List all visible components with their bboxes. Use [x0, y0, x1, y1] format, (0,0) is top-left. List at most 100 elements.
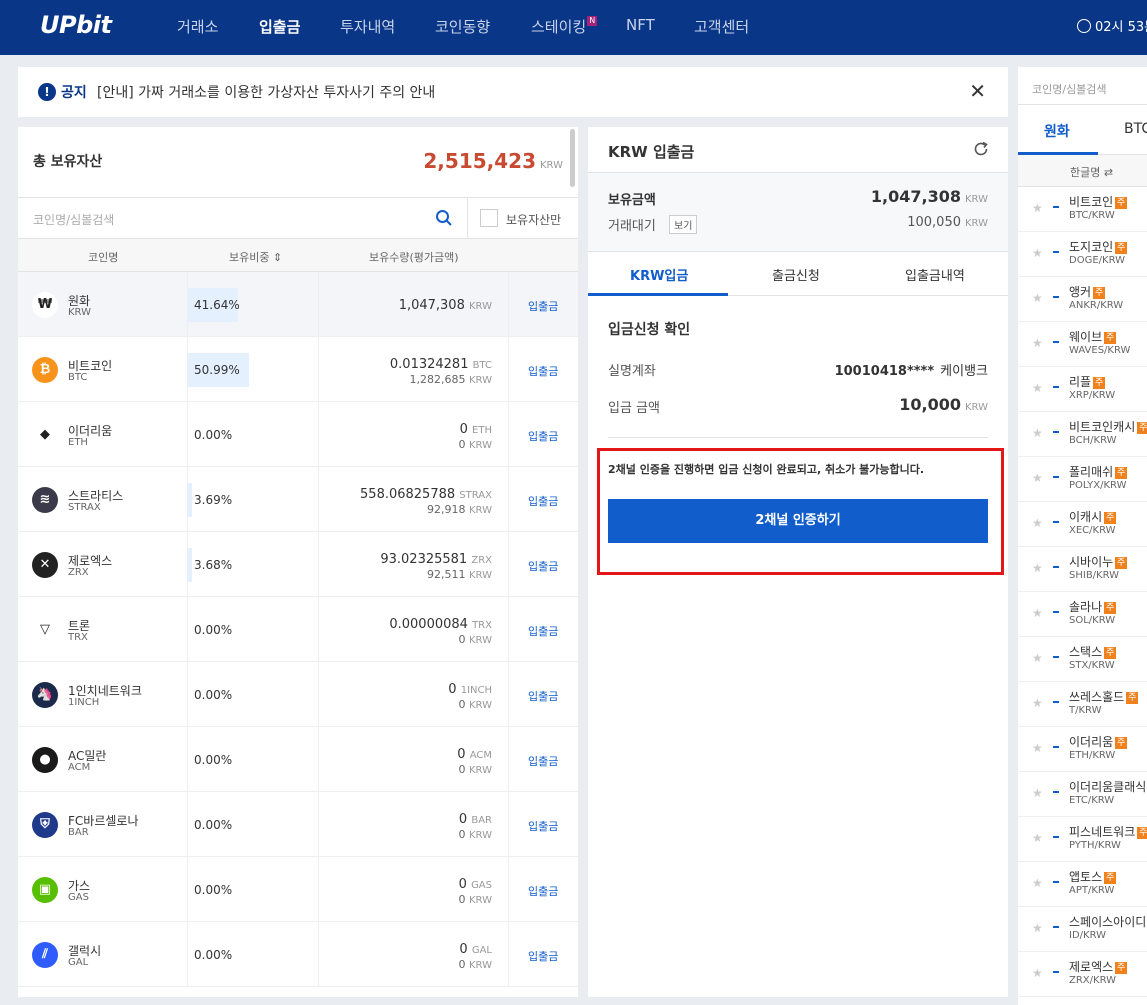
table-row[interactable]: ≋ 스트라티스 STRAX 3.69% 558.06825788 STRAX 92,918…	[18, 467, 578, 532]
star-icon[interactable]: ★	[1032, 336, 1043, 350]
star-icon[interactable]: ★	[1032, 246, 1043, 260]
holding-quantity: 0 1INCH	[448, 682, 492, 697]
star-icon[interactable]: ★	[1032, 381, 1043, 395]
holdings-panel: 총 보유자산 2,515,423 KRW 코인명/심볼검색 보유자산만 코인명 보…	[18, 127, 578, 997]
view-pending-button[interactable]: 보기	[669, 215, 698, 234]
star-icon[interactable]: ★	[1032, 876, 1043, 890]
divider	[508, 272, 509, 337]
tab-btc-market[interactable]: BTC	[1124, 121, 1147, 137]
coin-name-text: 도지코인	[1069, 240, 1114, 254]
nav-item-investments[interactable]: 투자내역	[340, 16, 395, 37]
list-item[interactable]: ★ 제로엑스 주 ZRX/KRW	[1018, 952, 1147, 997]
list-item[interactable]: ★ 앵커 주 ANKR/KRW	[1018, 277, 1147, 322]
market-search-input[interactable]: 코인명/심볼검색	[1032, 81, 1107, 97]
star-icon[interactable]: ★	[1032, 696, 1043, 710]
scrollbar[interactable]	[570, 129, 575, 187]
list-item[interactable]: ★ 리플 주 XRP/KRW	[1018, 367, 1147, 412]
list-item[interactable]: ★ 이더리움클래식주ETC/KRW	[1018, 772, 1147, 817]
holding-valuation: 0 KRW	[459, 698, 493, 711]
notice-bar: ! 공지 [안내] 가짜 거래소를 이용한 가상자산 투자사기 주의 안내 ✕	[18, 67, 1008, 117]
list-item[interactable]: ★ 스페이스아이디주ID/KRW	[1018, 907, 1147, 952]
list-item[interactable]: ★ 비트코인 주 BTC/KRW	[1018, 187, 1147, 232]
deposit-withdraw-link[interactable]: 입출금	[528, 883, 558, 899]
star-icon[interactable]: ★	[1032, 921, 1043, 935]
list-item[interactable]: ★ 쓰레스홀드 주 T/KRW	[1018, 682, 1147, 727]
mini-chart	[1053, 656, 1059, 658]
close-icon[interactable]: ✕	[969, 79, 986, 103]
nav-item-customer-center[interactable]: 고객센터	[694, 16, 749, 37]
list-item[interactable]: ★ 피스네트워크 주 PYTH/KRW	[1018, 817, 1147, 862]
coin-name: 비트코인 주	[1069, 193, 1128, 210]
star-icon[interactable]: ★	[1032, 831, 1043, 845]
table-row[interactable]: ₩ 원화 KRW 41.64% 1,047,308 KRW 입출금	[18, 272, 578, 337]
deposit-withdraw-link[interactable]: 입출금	[528, 623, 558, 639]
table-row[interactable]: ▽ 트론 TRX 0.00% 0.00000084 TRX 0 KRW 입출금	[18, 597, 578, 662]
list-item[interactable]: ★ 폴리매쉬 주 POLYX/KRW	[1018, 457, 1147, 502]
notice-text[interactable]: [안내] 가짜 거래소를 이용한 가상자산 투자사기 주의 안내	[97, 82, 435, 102]
table-row[interactable]: 🦄 1인치네트워크 1INCH 0.00% 0 1INCH 0 KRW 입출금	[18, 662, 578, 727]
list-item[interactable]: ★ 이더리움 주 ETH/KRW	[1018, 727, 1147, 772]
list-item[interactable]: ★ 솔라나 주 SOL/KRW	[1018, 592, 1147, 637]
list-item[interactable]: ★ 이캐시 주 XEC/KRW	[1018, 502, 1147, 547]
list-item[interactable]: ★ 웨이브 주 WAVES/KRW	[1018, 322, 1147, 367]
balance-box: 보유금액 1,047,308 KRW 거래대기 보기 100,050 KRW	[588, 172, 1008, 252]
table-row[interactable]: ⫽ 갤럭시 GAL 0.00% 0 GAL 0 KRW 입출금	[18, 922, 578, 987]
nav-item-exchange[interactable]: 거래소	[177, 16, 218, 37]
table-row[interactable]: ▣ 가스 GAS 0.00% 0 GAS 0 KRW 입출금	[18, 857, 578, 922]
nav-item-coin-trends[interactable]: 코인동향	[435, 16, 490, 37]
column-header-ratio[interactable]: 보유비중 ⇕	[229, 249, 282, 265]
nav-item-staking[interactable]: 스테이킹 N	[531, 16, 598, 37]
deposit-withdraw-link[interactable]: 입출금	[528, 428, 558, 444]
deposit-withdraw-link[interactable]: 입출금	[528, 818, 558, 834]
star-icon[interactable]: ★	[1032, 291, 1043, 305]
upbit-logo[interactable]: UPbit	[40, 11, 112, 39]
search-icon[interactable]	[435, 209, 453, 227]
list-item[interactable]: ★ 비트코인캐시 주 BCH/KRW	[1018, 412, 1147, 457]
divider	[508, 532, 509, 597]
star-icon[interactable]: ★	[1032, 516, 1043, 530]
star-icon[interactable]: ★	[1032, 471, 1043, 485]
mini-chart	[1053, 566, 1059, 568]
deposit-withdraw-link[interactable]: 입출금	[528, 753, 558, 769]
table-row[interactable]: ✕ 제로엑스 ZRX 3.68% 93.02325581 ZRX 92,511 KRW 입출…	[18, 532, 578, 597]
star-icon[interactable]: ★	[1032, 201, 1043, 215]
table-row[interactable]: ⛨ FC바르셀로나 BAR 0.00% 0 BAR 0 KRW 입출금	[18, 792, 578, 857]
deposit-withdraw-link[interactable]: 입출금	[528, 558, 558, 574]
tab-withdraw-request[interactable]: 출금신청	[772, 265, 820, 284]
table-row[interactable]: ₿ 비트코인 BTC 50.99% 0.01324281 BTC 1,282,685 KR…	[18, 337, 578, 402]
star-icon[interactable]: ★	[1032, 786, 1043, 800]
nav-item-deposit-withdraw[interactable]: 입출금	[259, 16, 300, 37]
list-item[interactable]: ★ 앱토스 주 APT/KRW	[1018, 862, 1147, 907]
list-item[interactable]: ★ 도지코인 주 DOGE/KRW	[1018, 232, 1147, 277]
caution-badge: 주	[1115, 197, 1128, 209]
refresh-icon[interactable]	[972, 140, 990, 158]
deposit-withdraw-link[interactable]: 입출금	[528, 298, 558, 314]
star-icon[interactable]: ★	[1032, 561, 1043, 575]
nav-item-nft[interactable]: NFT	[626, 16, 655, 34]
divider	[318, 597, 319, 662]
deposit-withdraw-link[interactable]: 입출금	[528, 948, 558, 964]
star-icon[interactable]: ★	[1032, 606, 1043, 620]
star-icon[interactable]: ★	[1032, 741, 1043, 755]
star-icon[interactable]: ★	[1032, 966, 1043, 980]
column-header-korean-name[interactable]: 한글명 ⇄	[1070, 164, 1113, 180]
deposit-withdraw-link[interactable]: 입출금	[528, 493, 558, 509]
won-icon: ₩	[32, 292, 58, 318]
holdings-only-checkbox[interactable]	[480, 209, 498, 227]
market-rows: ★ 비트코인 주 BTC/KRW ★ 도지코인 주 DOGE/KRW ★ 앵커 주 ANKR/KRW ★…	[1018, 187, 1147, 997]
table-row[interactable]: ● AC밀란 ACM 0.00% 0 ACM 0 KRW 입출금	[18, 727, 578, 792]
table-row[interactable]: ◆ 이더리움 ETH 0.00% 0 ETH 0 KRW 입출금	[18, 402, 578, 467]
star-icon[interactable]: ★	[1032, 651, 1043, 665]
mini-chart	[1053, 296, 1059, 298]
galxe-icon: ⫽	[32, 942, 58, 968]
deposit-withdraw-link[interactable]: 입출금	[528, 688, 558, 704]
tab-krw-deposit[interactable]: KRW입금	[630, 265, 688, 284]
list-item[interactable]: ★ 시바이누 주 SHIB/KRW	[1018, 547, 1147, 592]
holding-quantity: 0.01324281 BTC	[390, 357, 492, 372]
deposit-withdraw-link[interactable]: 입출금	[528, 363, 558, 379]
list-item[interactable]: ★ 스택스 주 STX/KRW	[1018, 637, 1147, 682]
search-input[interactable]: 코인명/심볼검색	[33, 211, 114, 228]
tab-krw-market[interactable]: 원화	[1044, 121, 1070, 141]
star-icon[interactable]: ★	[1032, 426, 1043, 440]
tab-history[interactable]: 입출금내역	[905, 265, 965, 284]
